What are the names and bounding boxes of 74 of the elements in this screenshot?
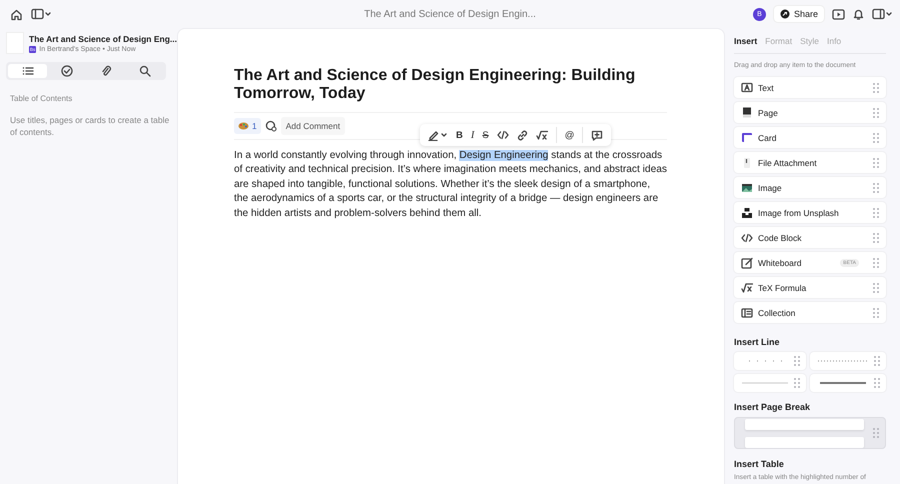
checkmark-circle-icon <box>60 65 72 77</box>
sidebar-toggle-icon[interactable] <box>31 8 51 20</box>
insert-item[interactable]: Page <box>734 102 886 123</box>
section-heading: Insert Line <box>734 337 781 347</box>
drag-handle-icon[interactable] <box>872 232 880 244</box>
panel-tab[interactable]: Insert <box>734 36 758 46</box>
section-heading: Insert Page Break <box>734 402 812 412</box>
search-icon <box>138 65 150 77</box>
line-style-option[interactable] <box>810 374 886 392</box>
line-preview-icon <box>742 382 788 384</box>
window-title: The Art and Science of Design Engin... <box>364 8 536 20</box>
formula-icon[interactable] <box>536 130 548 140</box>
collection-icon <box>741 306 753 318</box>
share-icon <box>780 9 790 19</box>
code-icon[interactable] <box>496 130 509 140</box>
file-icon <box>741 156 753 168</box>
drag-handle-icon[interactable] <box>872 282 880 294</box>
highlighter-icon[interactable] <box>428 129 448 141</box>
drag-handle-icon[interactable] <box>872 427 880 439</box>
sidebar-tab[interactable] <box>8 64 47 78</box>
page-break-option[interactable] <box>734 417 886 449</box>
comment-add-icon[interactable] <box>591 130 604 140</box>
toc-hint: Use titles, pages or cards to create a table of contents. <box>10 115 170 139</box>
insert-item[interactable]: Image <box>734 177 886 198</box>
insert-item[interactable]: File Attachment <box>734 152 886 173</box>
mention-button[interactable]: @ <box>564 130 574 140</box>
comment-icon[interactable] <box>264 120 277 132</box>
insert-item[interactable]: Text <box>734 77 886 98</box>
paperclip-icon <box>100 65 112 77</box>
drag-handle-icon[interactable] <box>872 306 880 318</box>
document-title[interactable]: The Art and Science of Design Eng... <box>29 34 177 44</box>
drag-handle-icon[interactable] <box>793 355 801 367</box>
toc-heading: Table of Contents <box>10 94 74 103</box>
page-icon <box>741 106 753 118</box>
whiteboard-icon <box>741 256 753 268</box>
insert-item[interactable]: Collection <box>734 302 886 323</box>
camera-icon <box>741 206 753 218</box>
formula-icon <box>741 282 753 294</box>
document-title[interactable]: The Art and Science of Design Engineering: Building Tomorrow, Today <box>234 67 667 113</box>
add-comment-button[interactable]: Add Comment <box>280 117 346 135</box>
insert-item[interactable]: Code Block <box>734 227 886 248</box>
line-preview-icon <box>818 360 868 362</box>
drag-handle-icon[interactable] <box>872 106 880 118</box>
drag-handle-icon[interactable] <box>872 82 880 94</box>
share-button[interactable]: Share <box>774 6 824 22</box>
link-icon[interactable] <box>516 130 528 140</box>
panel-toggle-icon[interactable] <box>872 8 892 20</box>
palette-icon <box>238 122 249 130</box>
italic-button[interactable]: I <box>470 130 474 140</box>
text-box-icon <box>741 82 753 94</box>
drag-handle-icon[interactable] <box>793 377 801 389</box>
section-heading: Insert Table <box>734 459 785 469</box>
line-style-option[interactable] <box>810 352 886 370</box>
body-paragraph[interactable]: In a world constantly evolving through innovation, Design Engineering stands at the crossroads of creativity and technical precision. It’s where imagination meets mechanics, and abstract ideas are shaped into tangible, functional solutions. Whether it’s the sleek design of a smartphone, the aerodynamics of a sports car, or the structural integrity of a bridge — design engineers are the hidden artists and problem-solvers behind them all. <box>234 149 667 222</box>
insert-item[interactable]: Image from Unsplash <box>734 202 886 223</box>
image-icon <box>741 182 753 194</box>
drag-handle-icon[interactable] <box>872 206 880 218</box>
reaction-chip[interactable]: 1 <box>234 118 261 134</box>
list-icon <box>22 65 34 77</box>
bold-button[interactable]: B <box>456 130 463 140</box>
bell-icon[interactable] <box>853 8 864 20</box>
drag-handle-icon[interactable] <box>873 377 881 389</box>
drag-handle-icon[interactable] <box>872 256 880 268</box>
play-icon[interactable] <box>832 8 845 20</box>
strikethrough-button[interactable]: S <box>482 130 489 140</box>
drag-handle-icon[interactable] <box>872 132 880 144</box>
insert-item[interactable]: Card <box>734 127 886 148</box>
drag-handle-icon[interactable] <box>872 156 880 168</box>
drag-handle-icon[interactable] <box>872 182 880 194</box>
drag-handle-icon[interactable] <box>873 355 881 367</box>
line-preview-icon <box>820 382 866 384</box>
code-icon <box>741 232 753 244</box>
home-icon[interactable] <box>10 8 23 20</box>
insert-item[interactable]: TeX Formula <box>734 277 886 298</box>
